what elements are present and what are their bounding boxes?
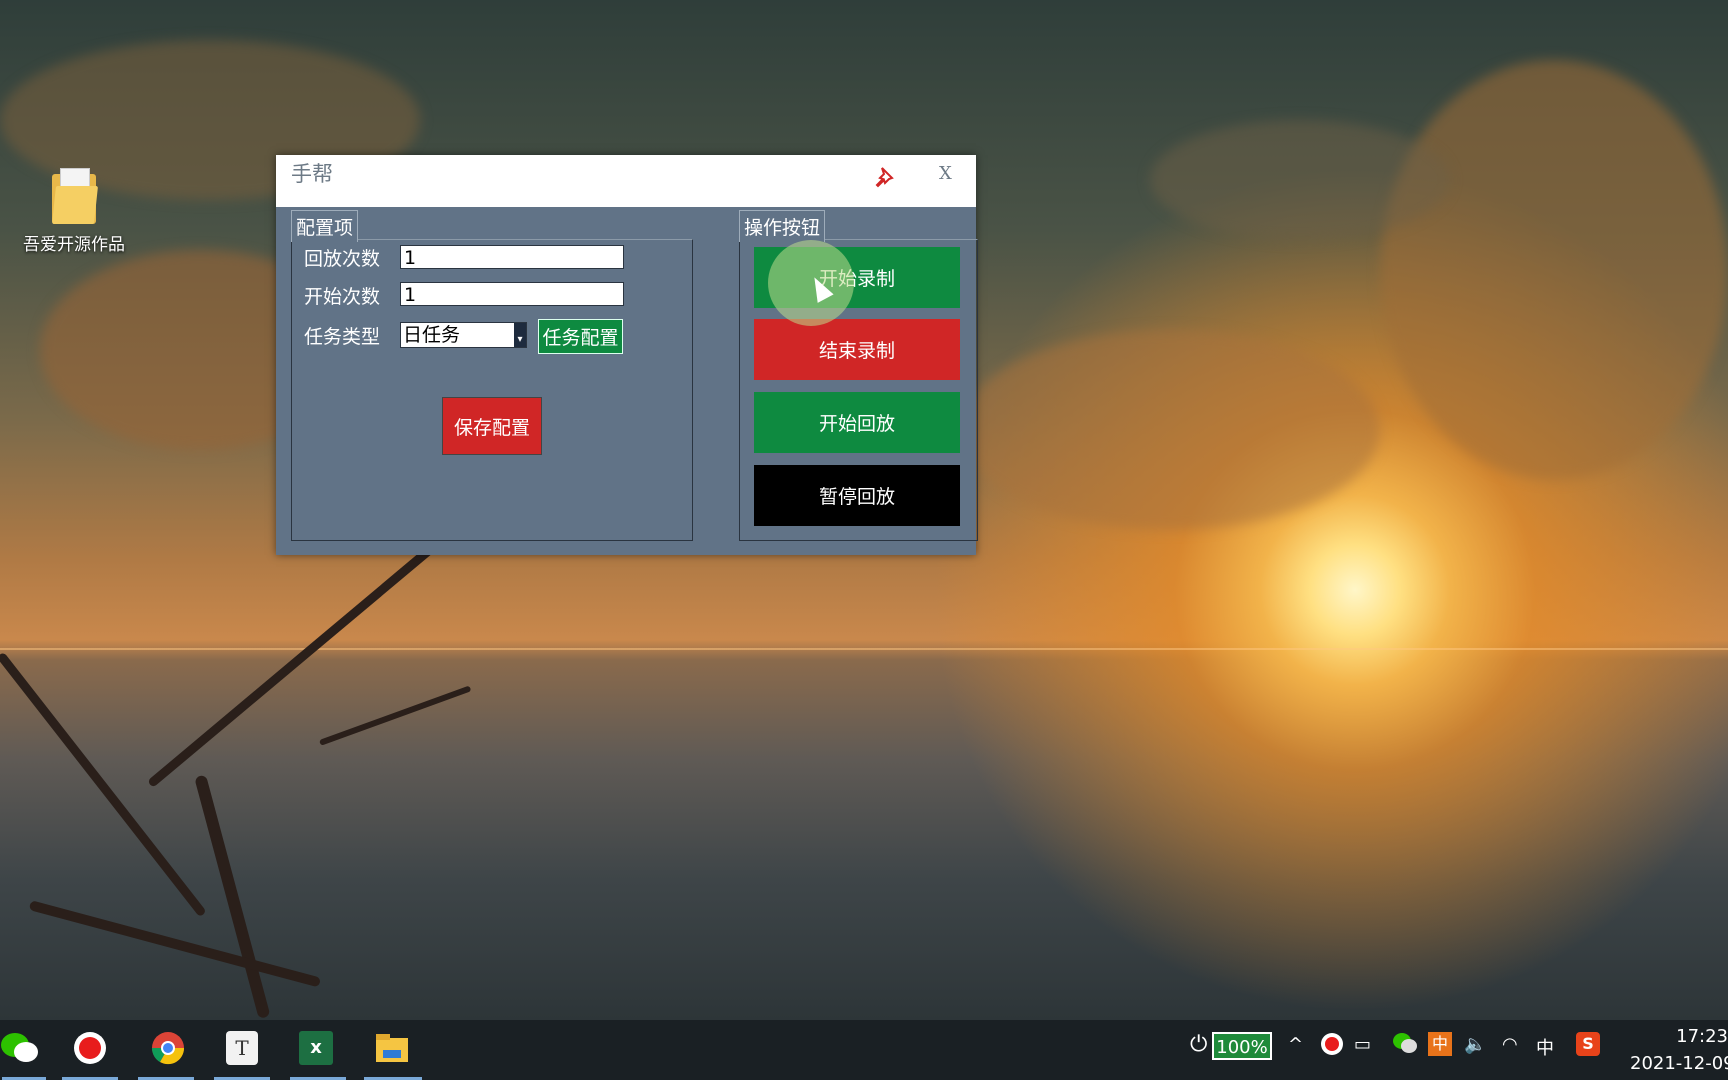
config-group-legend: 配置项 <box>291 210 359 242</box>
chevron-up-icon[interactable]: ^ <box>1288 1034 1303 1055</box>
file-explorer-icon[interactable] <box>372 1028 412 1068</box>
task-config-button[interactable]: 任务配置 <box>538 319 623 354</box>
chrome-icon[interactable] <box>148 1028 188 1068</box>
task-type-label: 任务类型 <box>304 326 381 348</box>
battery-indicator[interactable]: 100% <box>1212 1032 1272 1060</box>
wechat-tray-icon[interactable] <box>1392 1032 1418 1059</box>
excel-icon[interactable]: x <box>296 1028 336 1068</box>
ime-mode-indicator[interactable]: 中 <box>1536 1034 1554 1060</box>
task-type-value: 日任务 <box>403 324 461 346</box>
pin-icon[interactable] <box>873 165 899 191</box>
pause-playback-button[interactable]: 暂停回放 <box>754 465 960 526</box>
typora-icon[interactable]: T <box>222 1028 262 1068</box>
desktop-folder-icon[interactable]: 吾爱开源作品 <box>14 168 134 255</box>
playback-count-input[interactable]: 1 <box>400 245 624 269</box>
playback-count-label: 回放次数 <box>304 248 381 270</box>
volume-icon[interactable]: 🔈 <box>1464 1034 1486 1055</box>
save-config-button[interactable]: 保存配置 <box>442 397 542 455</box>
taskbar: T x ⏻ 100% ^ ▭ 中 🔈 ◠ 中 S 17:23 2021-12-0… <box>0 1020 1728 1080</box>
chevron-down-icon[interactable]: ▾ <box>514 323 526 347</box>
title-bar[interactable]: 手帮 X <box>276 155 976 207</box>
battery-tray-icon[interactable]: ▭ <box>1354 1034 1371 1055</box>
start-count-label: 开始次数 <box>304 286 381 308</box>
wifi-icon[interactable]: ◠ <box>1502 1034 1518 1055</box>
close-button[interactable]: X <box>939 163 952 184</box>
folder-icon <box>52 168 98 224</box>
desktop-icon-label: 吾爱开源作品 <box>23 235 125 255</box>
app-window: 手帮 X 配置项 回放次数 1 开始次数 1 任务类型 日任务 ▾ 任务配置 保… <box>276 155 978 555</box>
stop-record-button[interactable]: 结束录制 <box>754 319 960 380</box>
start-playback-button[interactable]: 开始回放 <box>754 392 960 453</box>
clock-time: 17:23 <box>1676 1026 1728 1047</box>
task-type-select[interactable]: 日任务 ▾ <box>400 322 527 348</box>
action-group-legend: 操作按钮 <box>739 210 826 242</box>
record-icon[interactable] <box>70 1028 110 1068</box>
sogou-ime-icon[interactable]: 中 <box>1428 1032 1452 1056</box>
clock-date: 2021-12-09 <box>1630 1053 1728 1074</box>
window-title: 手帮 <box>291 162 333 186</box>
clock[interactable]: 17:23 2021-12-09 <box>1630 1026 1728 1074</box>
wechat-icon[interactable] <box>0 1028 40 1068</box>
sogou-s-icon[interactable]: S <box>1576 1032 1600 1056</box>
start-count-input[interactable]: 1 <box>400 282 624 306</box>
power-plug-icon[interactable]: ⏻ <box>1190 1032 1207 1057</box>
record-tray-icon[interactable] <box>1320 1032 1344 1061</box>
